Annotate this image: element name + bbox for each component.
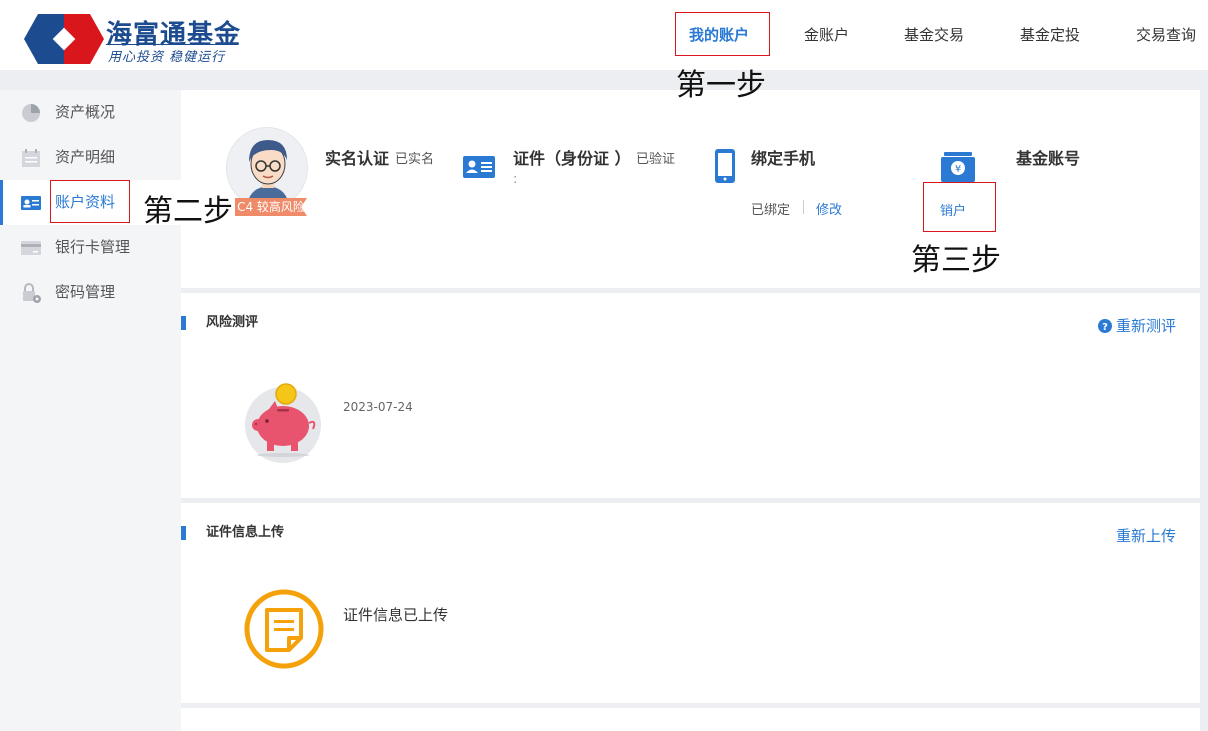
sidebar-item-password[interactable]: 密码管理 <box>0 270 181 315</box>
reupload-button[interactable]: 重新上传 <box>1116 525 1176 546</box>
sidebar-item-label: 资产概况 <box>55 103 116 121</box>
realname-title: 实名认证 <box>325 149 390 168</box>
logo-mark-icon <box>24 14 104 64</box>
sidebar-item-asset-overview[interactable]: 资产概况 <box>0 90 181 135</box>
section-title: 风险测评 <box>181 316 258 330</box>
top-header: 海富通基金 用心投资 稳健运行 我的账户 金账户 基金交易 基金定投 交易查询 <box>0 0 1208 70</box>
next-panel <box>181 708 1200 731</box>
phone-title: 绑定手机 <box>751 149 816 168</box>
step3-label: 第三步 <box>911 243 1001 278</box>
phone-status: 已绑定 <box>751 203 791 218</box>
document-uploaded-icon <box>244 589 324 669</box>
account-info-panel: C4 较高风险 实名认证 已实名 证件（身份证 ） 已验证 : 绑定手机 已绑定… <box>181 90 1200 288</box>
realname-status: 已实名 <box>395 152 435 167</box>
upload-status-text: 证件信息已上传 <box>343 606 449 624</box>
sidebar-item-bank-card[interactable]: 银行卡管理 <box>0 225 181 270</box>
help-circle-icon: ? <box>1097 319 1112 333</box>
logo-slogan: 用心投资 稳健运行 <box>108 50 226 65</box>
idcard-status: 已验证 <box>636 152 676 167</box>
company-logo[interactable]: 海富通基金 用心投资 稳健运行 <box>24 14 244 66</box>
nav-gold-account[interactable]: 金账户 <box>804 0 849 70</box>
nav-trade-query[interactable]: 交易查询 <box>1136 0 1196 70</box>
fund-account-title: 基金账号 <box>1016 149 1081 168</box>
assessment-date: 2023-07-24 <box>343 400 413 414</box>
avatar <box>226 127 308 209</box>
risk-assessment-panel: 风险测评 ? 重新测评 2023-07-24 <box>181 293 1200 498</box>
sidebar-item-label: 资产明细 <box>55 148 116 166</box>
svg-text:?: ? <box>1102 322 1108 333</box>
document-upload-panel: 证件信息上传 重新上传 证件信息已上传 <box>181 503 1200 703</box>
bank-card-icon <box>21 241 41 255</box>
divider <box>803 200 804 214</box>
step1-highlight-box <box>675 12 770 56</box>
idcard-note: : <box>513 172 518 187</box>
id-card-icon <box>463 156 495 178</box>
pie-chart-icon <box>22 104 40 122</box>
reassess-label: 重新测评 <box>1115 317 1176 335</box>
svg-text:¥: ¥ <box>955 164 961 175</box>
nav-fund-trade[interactable]: 基金交易 <box>904 0 964 70</box>
step1-label: 第一步 <box>676 68 766 103</box>
reassess-button[interactable]: ? 重新测评 <box>1097 315 1176 336</box>
sidebar-item-label: 银行卡管理 <box>55 238 131 256</box>
id-card-icon <box>21 196 41 210</box>
sidebar-item-label: 密码管理 <box>55 283 116 301</box>
step2-highlight-box <box>50 180 130 223</box>
logo-divider <box>106 44 236 45</box>
calendar-list-icon <box>22 149 40 167</box>
piggy-bank-icon <box>245 383 321 463</box>
mobile-phone-icon <box>715 149 735 183</box>
section-title: 证件信息上传 <box>181 526 284 540</box>
lock-gear-icon <box>23 283 41 303</box>
sidebar-item-asset-detail[interactable]: 资产明细 <box>0 135 181 180</box>
risk-level-badge: C4 较高风险 <box>235 198 307 216</box>
user-avatar-icon <box>247 140 289 208</box>
idcard-title: 证件（身份证 ） <box>513 149 631 168</box>
fund-wallet-icon: ¥ <box>941 152 975 182</box>
step2-label: 第二步 <box>143 194 233 229</box>
nav-fund-invest[interactable]: 基金定投 <box>1020 0 1080 70</box>
modify-phone-link[interactable]: 修改 <box>816 199 842 218</box>
step3-highlight-box <box>923 182 996 232</box>
